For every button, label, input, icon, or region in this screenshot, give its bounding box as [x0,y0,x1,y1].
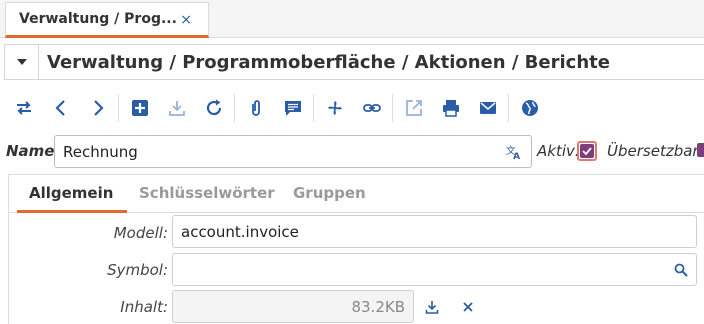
attachment-icon[interactable] [237,92,274,124]
check-icon [580,144,594,158]
tab-verwaltung[interactable]: Verwaltung / Prog... × [5,2,209,38]
switch-view-icon[interactable] [5,92,42,124]
inhalt-field: 83.2KB [172,290,414,323]
page-title: Verwaltung / Programmoberfläche / Aktion… [47,51,610,73]
print-icon[interactable] [432,92,469,124]
tab-bar: Verwaltung / Prog... × [0,0,704,38]
svg-text:A: A [513,152,520,161]
name-label: Name: [6,142,61,160]
modell-label: Modell: [113,224,168,242]
save-icon[interactable] [158,92,195,124]
name-row: Name: Rechnung 文A Aktiv: Übersetzbar: [0,134,704,170]
tab-gruppen[interactable]: Gruppen [293,184,366,202]
tab-label: Verwaltung / Prog... [19,11,177,27]
inhalt-label: Inhalt: [120,298,168,316]
tab-schluesselwoerter[interactable]: Schlüsselwörter [139,184,275,202]
inhalt-value: 83.2KB [351,297,405,316]
symbol-field[interactable] [172,253,697,286]
uebersetzbar-checkbox[interactable] [697,143,704,157]
globe-icon[interactable] [511,92,548,124]
aktiv-label: Aktiv: [537,142,580,160]
reload-icon[interactable] [195,92,232,124]
clear-icon[interactable] [458,297,478,317]
modell-field[interactable]: account.invoice [172,215,697,248]
relate-icon[interactable] [353,92,390,124]
uebersetzbar-label: Übersetzbar: [607,142,704,160]
next-icon[interactable] [79,92,116,124]
symbol-label: Symbol: [107,261,168,279]
toolbar-divider [118,94,119,122]
open-external-icon[interactable] [395,92,432,124]
record-title-bar: Verwaltung / Programmoberfläche / Aktion… [4,44,704,80]
toolbar-divider [392,94,393,122]
name-value: Rechnung [63,142,138,161]
new-record-icon[interactable] [121,92,158,124]
close-icon[interactable]: × [180,12,192,28]
previous-icon[interactable] [42,92,79,124]
notes-icon[interactable] [274,92,311,124]
toolbar-divider [234,94,235,122]
tab-allgemein[interactable]: Allgemein [29,184,113,202]
modell-value: account.invoice [181,222,299,241]
download-icon[interactable] [422,297,442,317]
search-icon[interactable] [674,263,688,277]
action-icon[interactable] [316,92,353,124]
toolbar [0,88,704,128]
translate-icon[interactable]: 文A [505,143,523,161]
email-icon[interactable] [469,92,506,124]
active-tab-indicator [17,210,127,213]
toolbar-divider [508,94,509,122]
name-field[interactable]: Rechnung 文A [54,135,532,168]
chevron-down-icon[interactable] [5,45,39,79]
notebook-tabs: Allgemein Schlüsselwörter Gruppen [9,175,704,213]
toolbar-divider [313,94,314,122]
aktiv-checkbox[interactable] [577,141,597,161]
